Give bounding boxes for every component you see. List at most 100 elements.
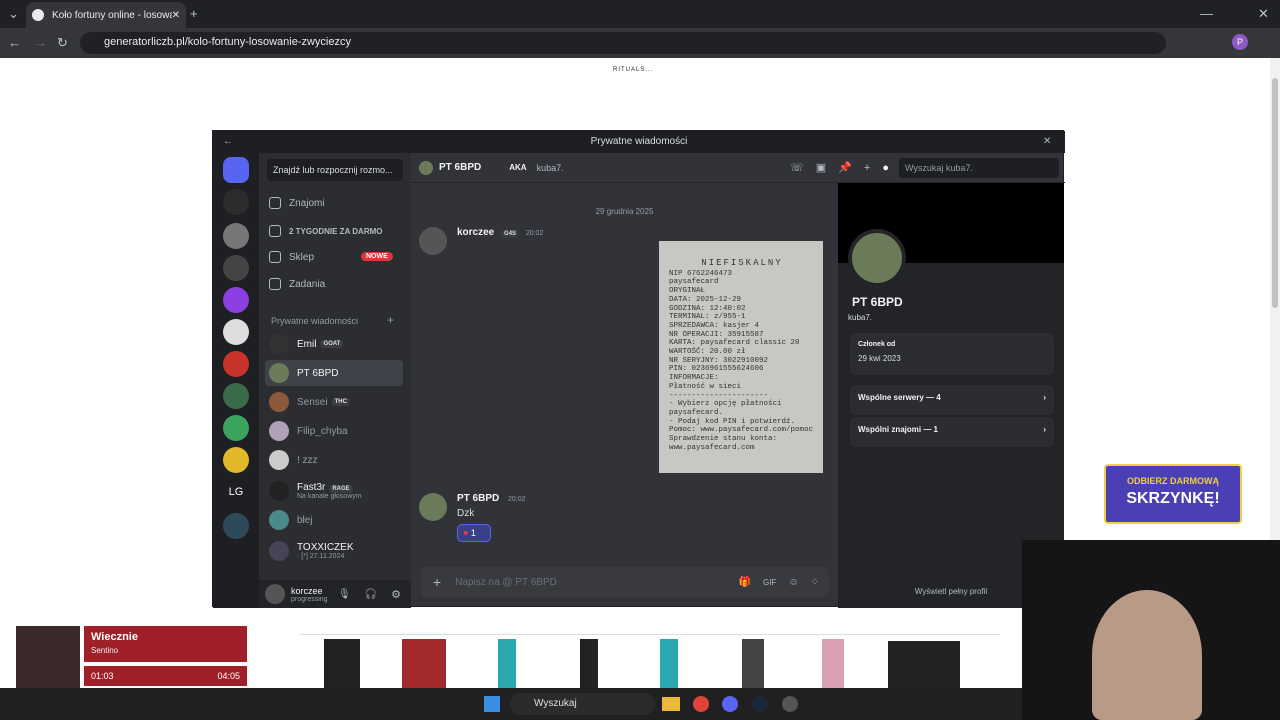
product-image[interactable] (498, 639, 516, 689)
friends-nav[interactable]: Znajomi (269, 197, 325, 209)
steam-icon[interactable] (752, 696, 768, 712)
apps-icon[interactable]: ⁘ (811, 577, 819, 588)
pin-icon[interactable]: 📌 (838, 161, 852, 174)
gift-icon[interactable]: 🎁 (739, 577, 751, 588)
dm-item-pt6bpd[interactable]: PT 6BPD (265, 360, 403, 386)
file-explorer-icon[interactable] (662, 697, 680, 711)
product-image[interactable] (324, 639, 360, 689)
server-icon[interactable]: LG (223, 479, 249, 505)
shop-icon (269, 251, 281, 263)
microphone-icon[interactable]: 🎙 (338, 589, 351, 600)
plus-icon[interactable]: + (433, 574, 441, 590)
discord-window: Prywatne wiadomości ← ✕ LG Znajdź lub ro… (212, 130, 1065, 608)
tab-favicon-icon (32, 9, 44, 21)
heart-reaction[interactable]: ♥ 1 (457, 524, 491, 542)
add-friends-icon[interactable]: + (864, 162, 870, 174)
dm-item-fast3r[interactable]: Fast3r RAGE Na kanale głosowym (265, 476, 403, 506)
browser-tab[interactable]: Koło fortuny online - losowanie ✕ (26, 2, 186, 28)
profile-avatar[interactable]: P (1232, 34, 1248, 50)
server-icon[interactable] (223, 351, 249, 377)
user-profile-icon[interactable]: ● (882, 162, 889, 174)
create-dm-icon[interactable]: + (387, 313, 394, 327)
receipt-image[interactable]: NIEFISKALNY NIP 6762246473 paysafecard ORY… (659, 241, 823, 473)
profile-avatar[interactable] (848, 229, 906, 287)
back-icon[interactable]: ← (8, 36, 21, 50)
avatar[interactable] (419, 227, 447, 255)
product-image[interactable] (742, 639, 764, 689)
minimize-window-icon[interactable]: — (1200, 7, 1213, 21)
server-icon[interactable] (223, 255, 249, 281)
nitro-promo[interactable]: 2 TYGODNIE ZA DARMO (269, 225, 382, 237)
avatar (269, 363, 289, 383)
server-icon[interactable] (223, 223, 249, 249)
tab-title: Koło fortuny online - losowanie (52, 9, 172, 21)
promo-banner[interactable]: ODBIERZ DARMOWĄ SKRZYNKĘ! (1104, 464, 1242, 524)
url-input[interactable]: generatorliczb.pl/kolo-fortuny-losowanie… (80, 32, 1166, 54)
product-image[interactable] (822, 639, 844, 689)
dm-item-sensei[interactable]: Sensei THC (265, 389, 403, 415)
gif-icon[interactable]: GIF (763, 578, 776, 587)
dm-sidebar: Znajdź lub rozpocznij rozmo... Znajomi 2… (259, 153, 411, 608)
find-conversation-button[interactable]: Znajdź lub rozpocznij rozmo... (267, 159, 403, 181)
close-window-icon[interactable]: ✕ (1043, 136, 1051, 147)
new-tab-icon[interactable]: + (190, 7, 198, 21)
server-icon[interactable] (223, 383, 249, 409)
product-image[interactable] (402, 639, 446, 689)
message-input[interactable]: + Napisz na @ PT 6BPD 🎁 GIF ☺ ⁘ (421, 567, 829, 597)
receipt-line: ---------------------- (669, 391, 769, 400)
gear-icon[interactable]: ⚙ (391, 588, 401, 601)
discord-icon[interactable] (722, 696, 738, 712)
message-text: Dzk (457, 508, 475, 519)
video-call-icon[interactable]: ▣ (816, 161, 826, 174)
chat-messages: 29 grudnia 2025 korczee G4S 20:02 NIEFIS… (411, 183, 838, 608)
product-image[interactable] (580, 639, 598, 689)
shop-nav[interactable]: Sklep (269, 251, 314, 263)
dm-item-emil[interactable]: Emil GOAT (265, 331, 403, 357)
tab-list-icon[interactable]: ⌄ (8, 7, 19, 21)
receipt-line: - Podaj kod PIN i potwierdź. (669, 417, 796, 426)
webcam-overlay (1022, 540, 1280, 720)
dm-item-filip[interactable]: Filip_chyba (265, 418, 403, 444)
receipt-line: TERMINAL: z/955-1 (669, 313, 746, 322)
discord-home-icon[interactable] (223, 157, 249, 183)
forward-icon[interactable]: → (34, 36, 47, 50)
avatar[interactable] (265, 584, 285, 604)
chat-title: PT 6BPD (439, 162, 482, 173)
rituals-ad-logo[interactable] (888, 641, 960, 689)
app-icon[interactable] (782, 696, 798, 712)
reload-icon[interactable]: ↻ (57, 36, 68, 50)
nitro-icon (269, 225, 281, 237)
close-window-icon[interactable]: ✕ (1258, 7, 1269, 21)
server-icon[interactable] (223, 319, 249, 345)
start-icon[interactable] (484, 696, 500, 712)
quests-nav[interactable]: Zadania (269, 278, 325, 290)
close-tab-icon[interactable]: ✕ (172, 10, 180, 21)
chrome-icon[interactable] (693, 696, 709, 712)
receipt-line: NR OPERACJI: 35915587 (669, 330, 764, 339)
product-image[interactable] (660, 639, 678, 689)
taskbar-search[interactable]: Wyszukaj (510, 693, 655, 715)
receipt-line: Płatność w sieci (669, 382, 742, 391)
chat-header: PT 6BPD AKA kuba7. ☏ ▣ 📌 + ● Wyszukaj ku… (411, 153, 1065, 183)
server-icon[interactable] (223, 287, 249, 313)
dm-item-toxxiczek[interactable]: TOXXICZEK · [*] 27.11.2024 (265, 536, 403, 566)
back-icon[interactable]: ← (223, 136, 233, 147)
emoji-icon[interactable]: ☺ (788, 577, 798, 588)
product-ad-strip[interactable] (300, 634, 1000, 689)
server-icon[interactable] (223, 415, 249, 441)
profile-name: PT 6BPD (852, 295, 903, 309)
member-since-card: Członek od 29 kwi 2023 (850, 333, 1054, 375)
dm-item-zzz[interactable]: ! zzz (265, 447, 403, 473)
voice-call-icon[interactable]: ☏ (790, 161, 804, 174)
mutual-servers-button[interactable]: Wspólne serwery — 4 › (850, 385, 1054, 415)
headphones-icon[interactable]: 🎧 (365, 589, 377, 600)
server-icon[interactable] (223, 447, 249, 473)
mutual-friends-button[interactable]: Wspólni znajomi — 1 › (850, 417, 1054, 447)
avatar (269, 450, 289, 470)
receipt-line: paysafecard (669, 278, 719, 287)
avatar[interactable] (419, 493, 447, 521)
dm-item-blej[interactable]: błej (265, 507, 403, 533)
server-icon[interactable] (223, 189, 249, 215)
server-icon[interactable] (223, 513, 249, 539)
search-input[interactable]: Wyszukaj kuba7. (899, 157, 1059, 178)
